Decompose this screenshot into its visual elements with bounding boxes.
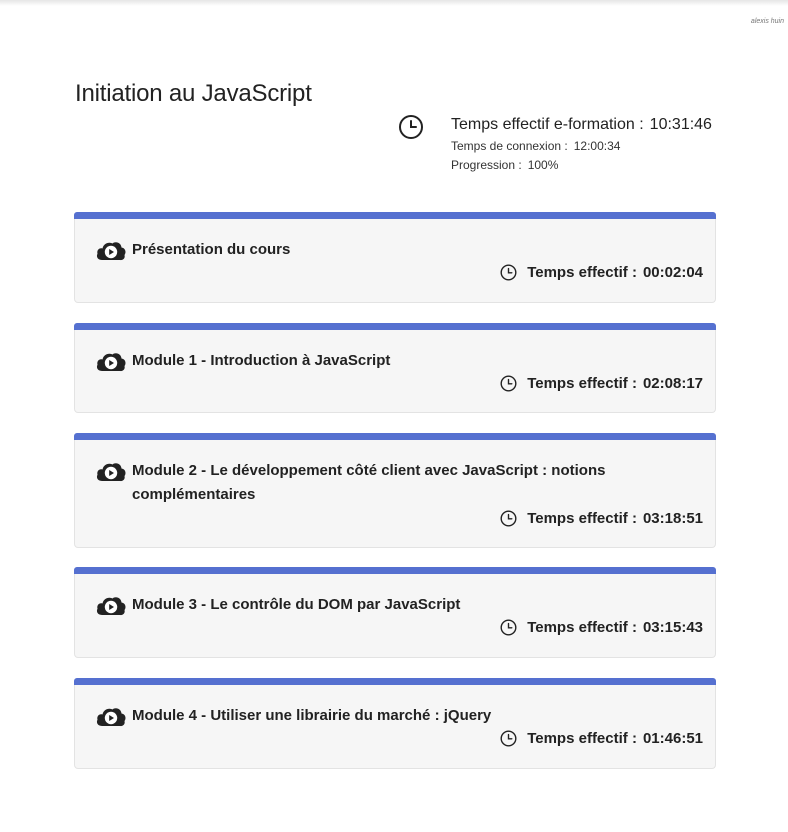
module-title[interactable]: Module 2 - Le développement côté client … xyxy=(132,459,632,507)
module-time: Temps effectif : 00:02:04 xyxy=(500,264,703,281)
module-time-value: 00:02:04 xyxy=(642,264,703,281)
course-title: Initiation au JavaScript xyxy=(75,80,312,107)
module-title[interactable]: Présentation du cours xyxy=(132,238,632,262)
module-card[interactable]: Module 4 - Utiliser une librairie du mar… xyxy=(74,678,716,769)
connection-time: Temps de connexion : 12:00:34 xyxy=(451,139,620,153)
effective-time: Temps effectif e-formation : 10:31:46 xyxy=(451,116,712,134)
progression-label: Progression : xyxy=(451,158,522,172)
cloud-play-icon xyxy=(96,463,126,482)
module-card[interactable]: Module 3 - Le contrôle du DOM par JavaSc… xyxy=(74,567,716,658)
module-card-accent-bar xyxy=(74,323,716,330)
progression-value: 100% xyxy=(527,158,559,172)
cloud-play-icon xyxy=(96,242,126,261)
module-time-value: 03:18:51 xyxy=(642,510,703,527)
module-card-accent-bar xyxy=(74,212,716,219)
module-time-label: Temps effectif : xyxy=(527,510,637,527)
cloud-play-icon xyxy=(96,353,126,372)
progression: Progression : 100% xyxy=(451,158,558,172)
module-time-value: 02:08:17 xyxy=(642,375,703,392)
module-time-label: Temps effectif : xyxy=(527,730,637,747)
module-time-label: Temps effectif : xyxy=(527,264,637,281)
module-time-value: 01:46:51 xyxy=(642,730,703,747)
effective-time-value: 10:31:46 xyxy=(649,116,712,133)
connection-time-value: 12:00:34 xyxy=(573,139,621,153)
module-card-accent-bar xyxy=(74,567,716,574)
module-card[interactable]: Module 2 - Le développement côté client … xyxy=(74,433,716,548)
clock-icon xyxy=(399,115,423,139)
module-card-accent-bar xyxy=(74,433,716,440)
clock-icon xyxy=(500,730,517,747)
module-title[interactable]: Module 1 - Introduction à JavaScript xyxy=(132,349,632,373)
cloud-play-icon xyxy=(96,708,126,727)
user-name: alexis huin xyxy=(750,18,784,25)
clock-icon xyxy=(500,510,517,527)
effective-time-label: Temps effectif e-formation : xyxy=(451,116,644,133)
module-card[interactable]: Présentation du cours Temps effectif : 00… xyxy=(74,212,716,303)
clock-icon xyxy=(500,375,517,392)
module-time: Temps effectif : 03:18:51 xyxy=(500,510,703,527)
module-time: Temps effectif : 03:15:43 xyxy=(500,619,703,636)
clock-icon xyxy=(500,264,517,281)
module-title[interactable]: Module 3 - Le contrôle du DOM par JavaSc… xyxy=(132,593,632,617)
module-card[interactable]: Module 1 - Introduction à JavaScript Tem… xyxy=(74,323,716,413)
module-time: Temps effectif : 02:08:17 xyxy=(500,375,703,392)
module-title[interactable]: Module 4 - Utiliser une librairie du mar… xyxy=(132,704,632,728)
top-bar-shadow xyxy=(0,0,788,6)
module-card-accent-bar xyxy=(74,678,716,685)
module-time-value: 03:15:43 xyxy=(642,619,703,636)
clock-icon xyxy=(500,619,517,636)
cloud-play-icon xyxy=(96,597,126,616)
connection-time-label: Temps de connexion : xyxy=(451,139,568,153)
module-time: Temps effectif : 01:46:51 xyxy=(500,730,703,747)
course-stats: Temps effectif e-formation : 10:31:46 Tem… xyxy=(398,114,718,176)
module-time-label: Temps effectif : xyxy=(527,619,637,636)
module-time-label: Temps effectif : xyxy=(527,375,637,392)
